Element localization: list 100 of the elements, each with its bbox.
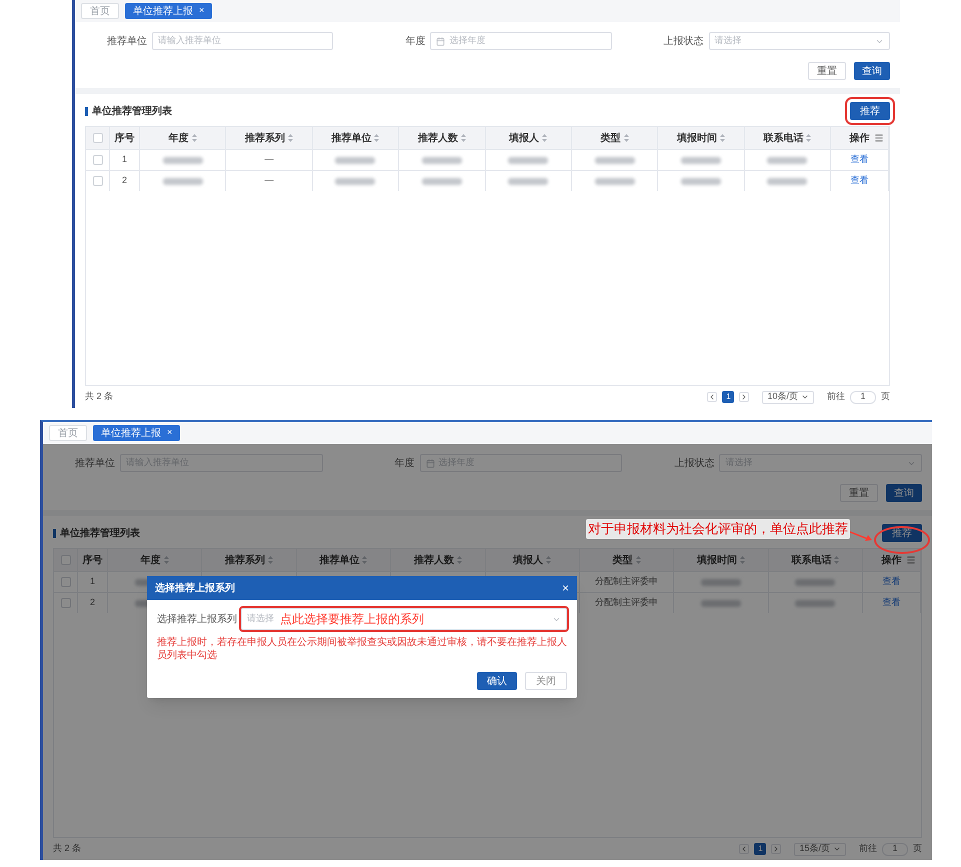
sort-icon[interactable] bbox=[268, 556, 274, 564]
section-title: 单位推荐管理列表 bbox=[92, 104, 172, 118]
total-count: 共 2 条 bbox=[85, 390, 114, 404]
search-button[interactable]: 查询 bbox=[886, 484, 922, 502]
sort-icon[interactable] bbox=[374, 134, 380, 142]
sort-icon[interactable] bbox=[806, 134, 812, 142]
redacted-text bbox=[335, 156, 376, 164]
next-page-icon[interactable] bbox=[739, 392, 750, 402]
checkbox[interactable] bbox=[60, 555, 70, 565]
calendar-icon bbox=[436, 36, 446, 46]
column-header: 填报人 bbox=[513, 554, 544, 568]
menu-icon[interactable] bbox=[874, 133, 884, 143]
chevron-down-icon bbox=[833, 845, 841, 853]
sort-icon[interactable] bbox=[164, 556, 169, 564]
view-link[interactable]: 查看 bbox=[882, 596, 900, 610]
filter-label: 上报状态 bbox=[673, 456, 714, 470]
section-title: 单位推荐管理列表 bbox=[60, 526, 140, 540]
sort-icon[interactable] bbox=[546, 556, 552, 564]
recommend-button[interactable]: 推荐 bbox=[882, 524, 922, 542]
page-number[interactable]: 1 bbox=[722, 391, 734, 403]
previous-page-icon[interactable] bbox=[707, 392, 718, 402]
column-header: 类型 bbox=[612, 554, 633, 568]
confirm-button[interactable]: 确认 bbox=[477, 672, 517, 690]
total-count: 共 2 条 bbox=[53, 842, 82, 856]
table-cell-text: 2 bbox=[90, 596, 95, 610]
goto-label: 前往 bbox=[827, 390, 845, 404]
close-button[interactable]: × bbox=[562, 579, 569, 597]
reset-button[interactable]: 重置 bbox=[808, 62, 846, 80]
redacted-text bbox=[422, 178, 462, 184]
tab-close[interactable]: × bbox=[199, 4, 204, 18]
column-header: 推荐人数 bbox=[414, 554, 454, 568]
checkbox[interactable] bbox=[92, 155, 102, 165]
view-link[interactable]: 查看 bbox=[882, 575, 900, 589]
recommend-button[interactable]: 推荐 bbox=[850, 102, 890, 120]
annotation-text: 点此选择要推荐上报的系列 bbox=[280, 611, 425, 628]
column-header: 类型 bbox=[600, 132, 621, 146]
field-label: 选择推荐上报系列 bbox=[157, 612, 237, 626]
checkbox[interactable] bbox=[92, 133, 102, 143]
redacted-text bbox=[680, 156, 721, 164]
tab-close[interactable]: × bbox=[167, 426, 172, 440]
column-header: 操作 bbox=[882, 554, 902, 568]
sort-icon[interactable] bbox=[288, 134, 294, 142]
redacted-text bbox=[700, 600, 741, 606]
sort-icon[interactable] bbox=[636, 556, 641, 564]
column-header: 序号 bbox=[114, 131, 134, 146]
sort-icon[interactable] bbox=[192, 134, 197, 142]
page-number[interactable]: 1 bbox=[754, 843, 766, 855]
column-header: 填报时间 bbox=[676, 132, 717, 146]
sort-icon[interactable] bbox=[720, 134, 725, 142]
sort-icon[interactable] bbox=[456, 556, 462, 564]
tab[interactable]: 首页 bbox=[49, 425, 87, 441]
column-header: 推荐单位 bbox=[319, 554, 360, 568]
menu-icon[interactable] bbox=[906, 555, 916, 565]
table-cell-text: 2 bbox=[122, 174, 127, 188]
warning-text: 推荐上报时，若存在申报人员在公示期间被举报查实或因故未通过审核，请不要在推荐上报人员列表中勾选 bbox=[157, 636, 567, 662]
annotation-text: 对于申报材料为社会化评审的，单位点此推荐 bbox=[586, 519, 850, 539]
annotation-arrow bbox=[850, 530, 874, 542]
search-button[interactable]: 查询 bbox=[854, 62, 890, 80]
sort-icon[interactable] bbox=[740, 556, 745, 564]
select-field[interactable]: 请选择 点此选择要推荐上报的系列 bbox=[241, 608, 567, 630]
table-cell-text: 分配制主评委申 bbox=[595, 575, 658, 588]
tab[interactable]: 单位推荐上报 × bbox=[125, 3, 212, 19]
redacted-text bbox=[767, 156, 808, 164]
filter-label: 上报状态 bbox=[662, 34, 704, 48]
redacted-text bbox=[795, 600, 836, 606]
redacted-text bbox=[508, 156, 548, 164]
filter-label: 推荐单位 bbox=[106, 34, 147, 48]
next-page-icon[interactable] bbox=[771, 844, 782, 854]
table-cell-text: 分配制主评委申 bbox=[595, 596, 658, 610]
sort-icon[interactable] bbox=[624, 134, 629, 142]
highlight-ellipse bbox=[874, 526, 930, 554]
redacted-text bbox=[680, 178, 721, 184]
redacted-text bbox=[335, 178, 376, 184]
checkbox[interactable] bbox=[60, 598, 70, 608]
close-dialog-button[interactable]: 关闭 bbox=[525, 672, 567, 690]
page-size-select[interactable]: 15条/页 bbox=[794, 842, 846, 856]
column-header: 推荐单位 bbox=[331, 132, 372, 146]
sort-icon[interactable] bbox=[460, 134, 466, 142]
filter-label: 推荐单位 bbox=[74, 456, 115, 470]
previous-page-icon[interactable] bbox=[739, 844, 750, 854]
dialog-title: 选择推荐上报系列 bbox=[155, 582, 235, 596]
reset-button[interactable]: 重置 bbox=[840, 484, 878, 502]
view-link[interactable]: 查看 bbox=[850, 174, 868, 188]
column-header: 推荐人数 bbox=[418, 132, 458, 146]
filter-label: 年度 bbox=[394, 456, 415, 470]
page-size-select[interactable]: 10条/页 bbox=[762, 390, 814, 404]
tab[interactable]: 单位推荐上报 × bbox=[93, 425, 180, 441]
view-link[interactable]: 查看 bbox=[850, 153, 868, 167]
sort-icon[interactable] bbox=[834, 556, 840, 564]
page-unit: 页 bbox=[881, 390, 890, 404]
tab[interactable]: 首页 bbox=[81, 3, 119, 19]
table-cell-text: 1 bbox=[90, 575, 95, 588]
checkbox[interactable] bbox=[60, 577, 70, 587]
filter-label: 年度 bbox=[404, 34, 426, 48]
sort-icon[interactable] bbox=[362, 556, 368, 564]
page-input[interactable]: 1 bbox=[882, 842, 908, 856]
checkbox[interactable] bbox=[92, 176, 102, 186]
page-input[interactable]: 1 bbox=[850, 390, 876, 404]
sort-icon[interactable] bbox=[542, 134, 548, 142]
redacted-text bbox=[422, 156, 462, 164]
